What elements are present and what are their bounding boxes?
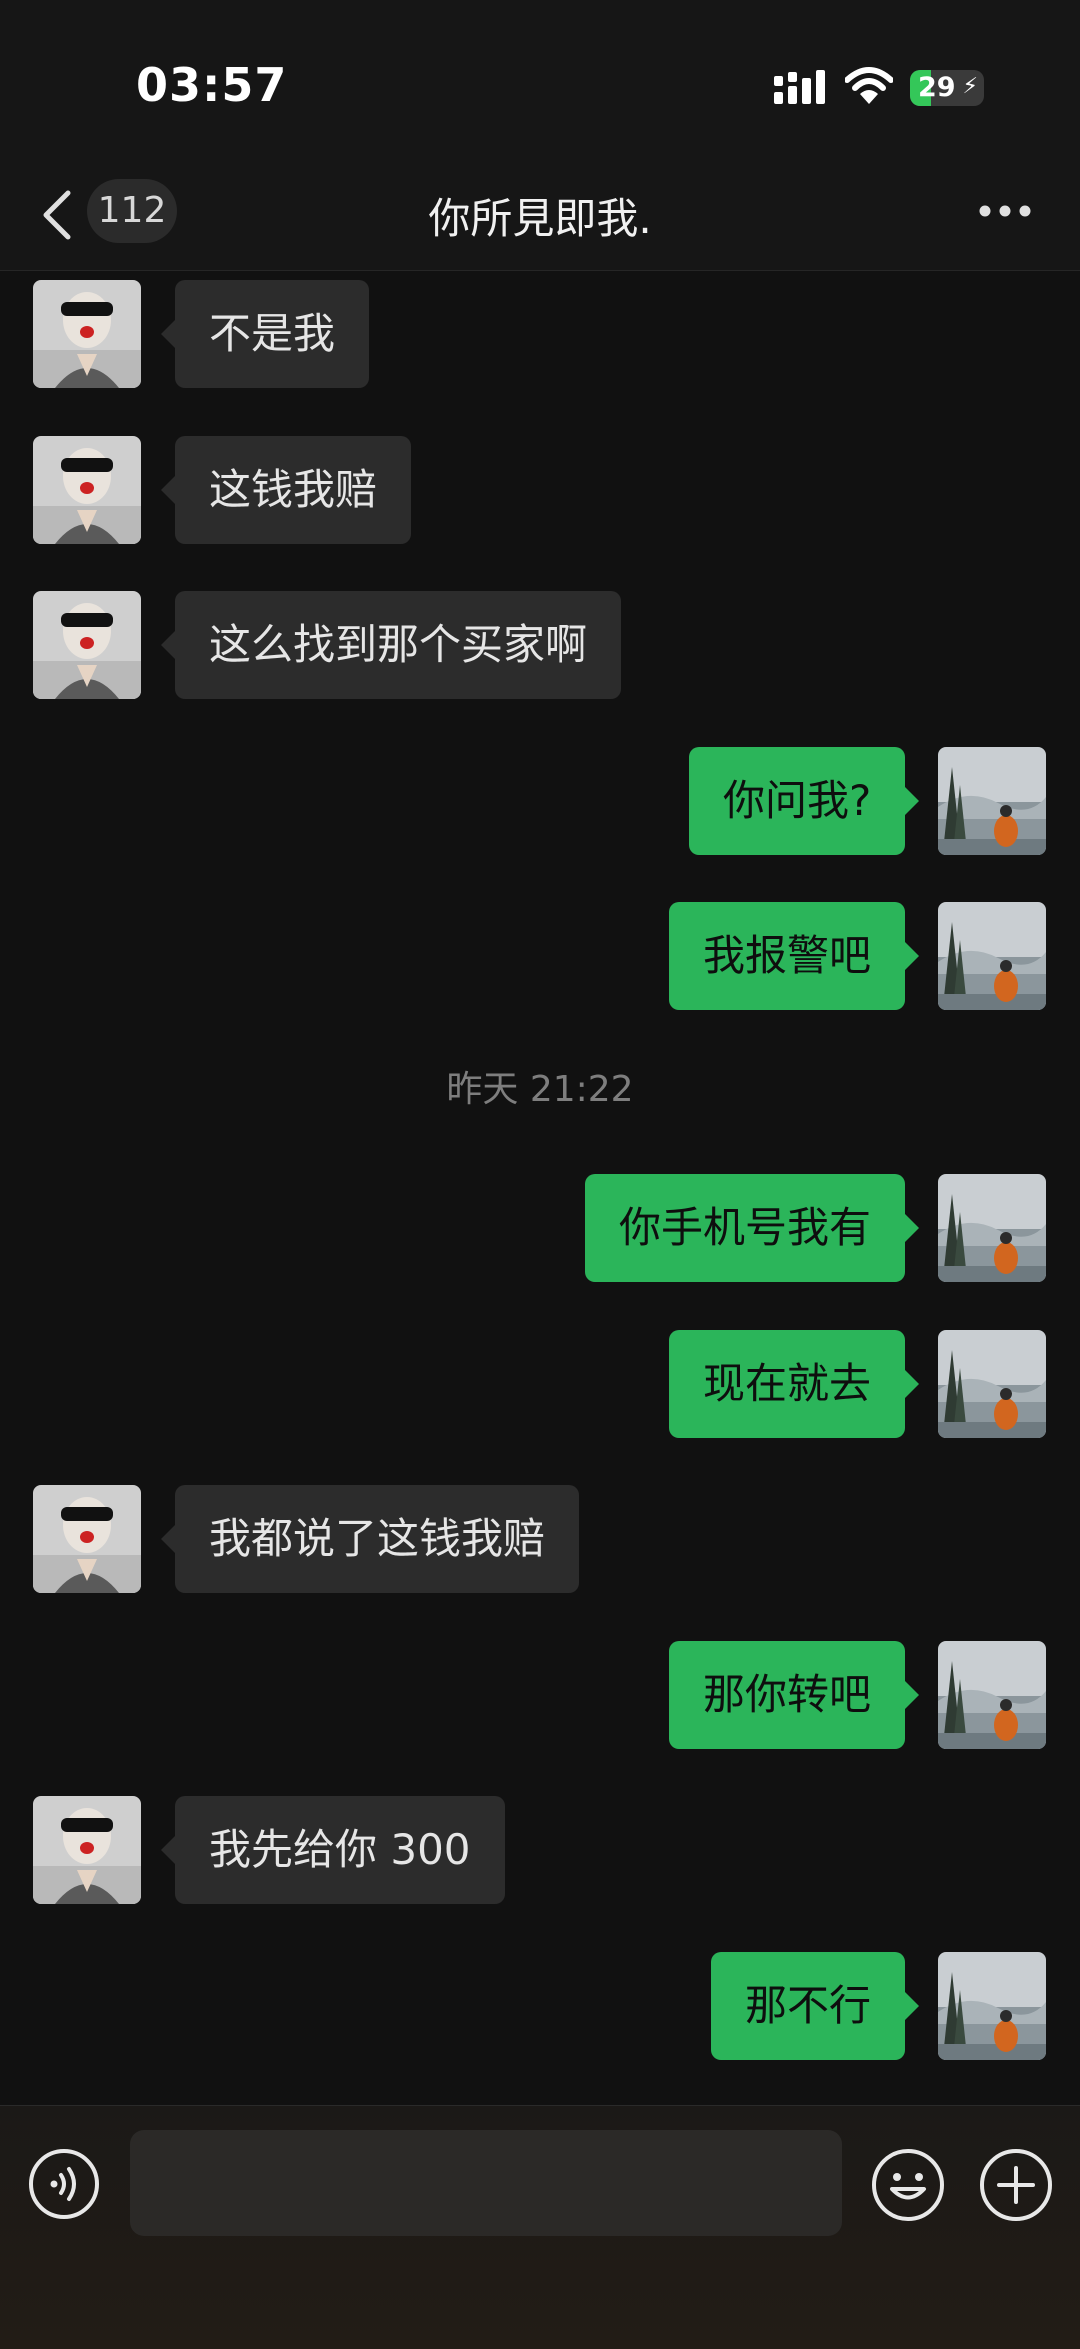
- wifi-icon: [845, 67, 893, 104]
- incoming-message: 这么找到那个买家啊: [0, 591, 1080, 699]
- message-bubble[interactable]: 这钱我赔: [161, 436, 411, 544]
- battery-percent: 29: [918, 72, 956, 103]
- incoming-message: 我都说了这钱我赔: [0, 1485, 1080, 1593]
- message-bubble[interactable]: 我先给你 300: [161, 1796, 505, 1904]
- message-timestamp: 昨天 21:22: [446, 1069, 634, 1110]
- incoming-message: 这钱我赔: [0, 436, 1080, 544]
- message-bubble[interactable]: 你手机号我有: [585, 1174, 919, 1282]
- message-bubble[interactable]: 我报警吧: [669, 902, 919, 1010]
- voice-icon[interactable]: [28, 2148, 100, 2220]
- contact-avatar[interactable]: [33, 591, 141, 699]
- contact-avatar[interactable]: [33, 436, 141, 544]
- my-avatar[interactable]: [938, 747, 1046, 855]
- emoji-icon[interactable]: [871, 2148, 945, 2222]
- my-avatar[interactable]: [938, 1641, 1046, 1749]
- outgoing-message: 我报警吧: [0, 902, 1080, 1010]
- status-bar: 03:57 29 ⚡: [0, 0, 1080, 165]
- contact-avatar[interactable]: [33, 280, 141, 388]
- message-bubble[interactable]: 不是我: [161, 280, 369, 388]
- outgoing-message: 那你转吧: [0, 1641, 1080, 1749]
- contact-avatar[interactable]: [33, 1485, 141, 1593]
- message-bubble[interactable]: 现在就去: [669, 1330, 919, 1438]
- contact-avatar[interactable]: [33, 1796, 141, 1904]
- my-avatar[interactable]: [938, 1174, 1046, 1282]
- battery-indicator: 29 ⚡: [910, 70, 984, 106]
- message-bubble[interactable]: 这么找到那个买家啊: [161, 591, 621, 699]
- status-time: 03:57: [136, 58, 288, 112]
- more-dots-icon[interactable]: [978, 203, 1032, 219]
- charging-bolt-icon: ⚡: [962, 74, 978, 99]
- my-avatar[interactable]: [938, 902, 1046, 1010]
- my-avatar[interactable]: [938, 1952, 1046, 2060]
- incoming-message: 不是我: [0, 280, 1080, 388]
- outgoing-message: 你手机号我有: [0, 1174, 1080, 1282]
- plus-icon[interactable]: [979, 2148, 1053, 2222]
- message-input[interactable]: [130, 2130, 842, 2236]
- chat-header: 112 你所見即我.: [0, 165, 1080, 271]
- message-bubble[interactable]: 你问我?: [689, 747, 919, 855]
- outgoing-message: 现在就去: [0, 1330, 1080, 1438]
- outgoing-message: 那不行: [0, 1952, 1080, 2060]
- chat-title: 你所見即我.: [428, 194, 652, 243]
- message-bubble[interactable]: 那你转吧: [669, 1641, 919, 1749]
- cellular-signal-icon: [774, 70, 825, 104]
- my-avatar[interactable]: [938, 1330, 1046, 1438]
- outgoing-message: 你问我?: [0, 747, 1080, 855]
- message-bubble[interactable]: 我都说了这钱我赔: [161, 1485, 579, 1593]
- message-bubble[interactable]: 那不行: [711, 1952, 919, 2060]
- incoming-message: 我先给你 300: [0, 1796, 1080, 1904]
- input-bar: [0, 2105, 1080, 2349]
